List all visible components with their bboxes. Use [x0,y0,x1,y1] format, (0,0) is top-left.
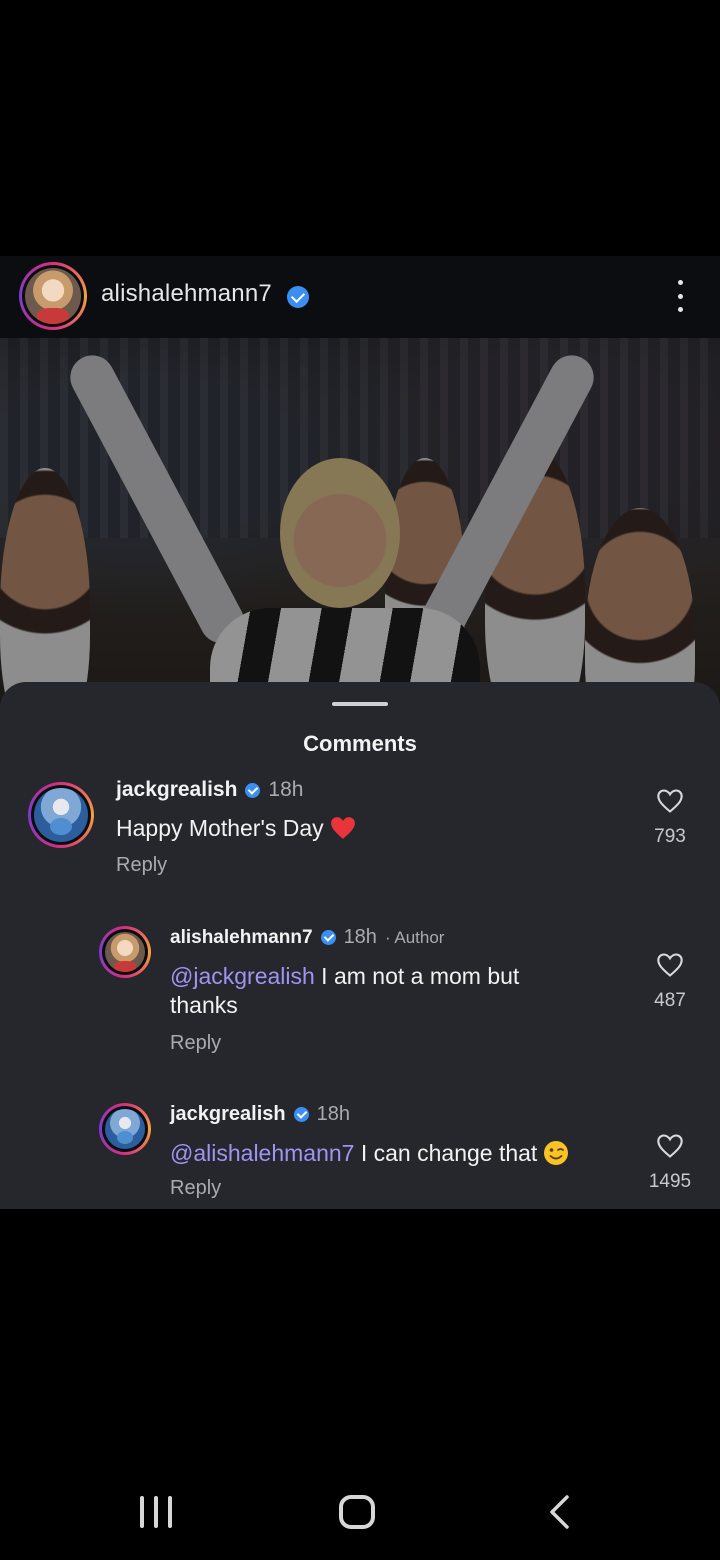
comment-username[interactable]: alishalehmann7 [170,927,313,949]
post-photo [0,338,720,738]
like-count: 1495 [648,1171,692,1192]
verified-badge-icon [245,782,261,798]
like-count: 793 [654,826,686,847]
mention-link[interactable]: @alishalehmann7 [170,1140,354,1166]
author-tag: · Author [384,927,445,947]
comment-time: 18h [316,1103,350,1125]
comment-username[interactable]: jackgrealish [170,1103,286,1126]
more-vertical-icon[interactable] [672,280,688,312]
screen: alishalehmann7 Comments jackgrealish 18h… [0,0,720,1560]
heart-outline-icon[interactable] [656,788,684,814]
heart-outline-icon[interactable] [656,952,684,978]
comment-username[interactable]: jackgrealish [116,778,237,802]
winking-face-icon [544,1141,569,1165]
post-header: alishalehmann7 [0,256,720,338]
comment-body: Happy Mother's Day [116,815,324,841]
reply-button[interactable]: Reply [170,1177,221,1200]
red-heart-icon [330,817,355,839]
heart-outline-icon[interactable] [656,1133,684,1159]
comments-sheet: Comments jackgrealish 18h Happy Mother's… [0,682,720,1209]
comment-text: Happy Mother's Day [116,814,356,843]
reply-button[interactable]: Reply [170,1032,221,1055]
drag-handle[interactable] [332,702,388,706]
recent-apps-icon[interactable] [140,1496,172,1528]
verified-badge-icon [287,286,309,308]
like-count: 487 [654,990,686,1011]
home-icon[interactable] [339,1495,375,1529]
verified-badge-icon [293,1107,309,1122]
verified-badge-icon [320,930,336,945]
comment-text: @jackgrealish I am not a mom but thanks [170,962,590,1020]
post-username[interactable]: alishalehmann7 [101,280,272,308]
comment-text: @alishalehmann7 I can change that [170,1139,569,1168]
post-author-avatar[interactable] [19,262,87,330]
comment-time: 18h [343,926,377,948]
mention-link[interactable]: @jackgrealish [170,963,315,989]
reply-button[interactable]: Reply [116,854,167,877]
system-navigation-bar [0,1462,720,1560]
comment-time: 18h [268,778,304,801]
back-icon[interactable] [547,1494,571,1530]
sheet-title: Comments [303,731,417,756]
comment-body: I can change that [354,1140,538,1166]
